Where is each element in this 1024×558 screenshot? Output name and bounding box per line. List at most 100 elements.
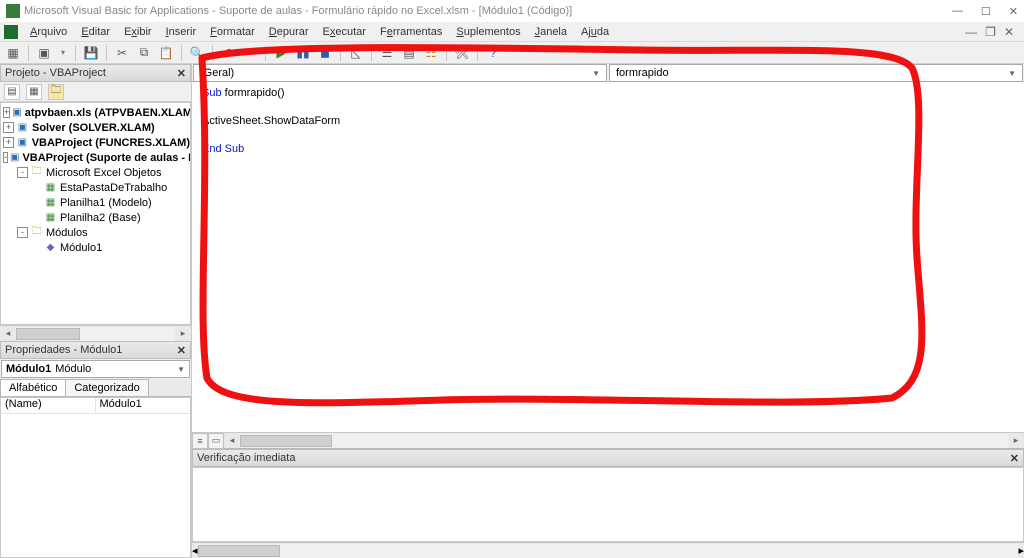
project-tree-hscroll[interactable]: ◂ ▸ (0, 325, 191, 341)
menu-inserir[interactable]: Inserir (160, 24, 203, 40)
toolbox-button[interactable]: 🛠 (453, 44, 471, 62)
maximize-button[interactable]: ☐ (981, 5, 991, 18)
help-button[interactable]: ? (484, 44, 502, 62)
tab-categorized[interactable]: Categorizado (65, 379, 148, 396)
immediate-close[interactable]: ✕ (1010, 452, 1019, 465)
view-object-button[interactable]: ▦ (26, 84, 42, 100)
sheet-icon: ▦ (44, 196, 57, 209)
menu-exibir[interactable]: Exibir (118, 24, 158, 40)
tree-expander[interactable]: - (17, 227, 28, 238)
tree-node[interactable]: -🗀Módulos (1, 225, 190, 240)
scroll-thumb[interactable] (198, 545, 280, 557)
tree-node[interactable]: +▣atpvbaen.xls (ATPVBAEN.XLAM) (1, 105, 190, 120)
redo-button[interactable]: ↷ (241, 44, 259, 62)
run-button[interactable]: ▶ (272, 44, 290, 62)
scroll-right-icon[interactable]: ▸ (1018, 544, 1024, 557)
minimize-button[interactable]: — (952, 5, 963, 18)
menu-editar[interactable]: Editar (75, 24, 116, 40)
tree-node[interactable]: +▣VBAProject (FUNCRES.XLAM) (1, 135, 190, 150)
tree-node[interactable]: ▦Planilha2 (Base) (1, 210, 190, 225)
tree-node[interactable]: ▦EstaPastaDeTrabalho (1, 180, 190, 195)
project-explorer-close[interactable]: ✕ (177, 67, 186, 80)
tree-node[interactable]: ◆Módulo1 (1, 240, 190, 255)
menu-formatar[interactable]: Formatar (204, 24, 261, 40)
cut-button[interactable]: ✂ (113, 44, 131, 62)
object-combo[interactable]: (Geral) ▼ (193, 64, 607, 82)
sheet-icon: ▦ (44, 181, 57, 194)
design-mode-button[interactable]: ◺ (347, 44, 365, 62)
menu-suplementos[interactable]: Suplementos (450, 24, 526, 40)
scroll-thumb[interactable] (240, 435, 332, 447)
tree-node[interactable]: -▣VBAProject (Suporte de aulas - Formulá… (1, 150, 190, 165)
project-explorer-header: Projeto - VBAProject ✕ (0, 64, 191, 82)
tab-alphabetical[interactable]: Alfabético (0, 379, 66, 396)
mdi-minimize-button[interactable]: — (965, 25, 977, 39)
tree-expander[interactable]: + (3, 122, 14, 133)
copy-button[interactable]: ⧉ (135, 44, 153, 62)
scroll-thumb[interactable] (16, 328, 80, 340)
full-module-view-button[interactable]: ▭ (208, 433, 224, 449)
code-editor[interactable]: Sub formrapido() ActiveSheet.ShowDataFor… (192, 82, 1024, 432)
menu-executar[interactable]: Executar (317, 24, 372, 40)
immediate-hscroll[interactable]: ◂ ▸ (192, 542, 1024, 558)
tree-label: Solver (SOLVER.XLAM) (32, 122, 155, 134)
insert-dropdown[interactable]: ▾ (57, 48, 69, 57)
menu-janela[interactable]: Janela (529, 24, 573, 40)
procedure-combo-value: formrapido (616, 67, 669, 79)
scroll-right-icon[interactable]: ▸ (175, 328, 191, 339)
tree-label: Módulos (46, 227, 88, 239)
window-titlebar: Microsoft Visual Basic for Applications … (0, 0, 1024, 22)
view-code-button[interactable]: ▤ (4, 84, 20, 100)
tree-expander[interactable]: + (3, 107, 10, 118)
procedure-view-button[interactable]: ≡ (192, 433, 208, 449)
code-hscroll[interactable]: ≡ ▭ ◂ ▸ (192, 432, 1024, 448)
tree-node[interactable]: ▦Planilha1 (Modelo) (1, 195, 190, 210)
properties-object-combo[interactable]: Módulo1 Módulo ▼ (1, 360, 190, 378)
tree-expander[interactable]: - (17, 167, 28, 178)
find-button[interactable]: 🔍 (188, 44, 206, 62)
procedure-combo[interactable]: formrapido ▼ (609, 64, 1023, 82)
properties-close[interactable]: ✕ (177, 344, 186, 357)
object-browser-button[interactable]: ☷ (422, 44, 440, 62)
properties-grid[interactable]: (Name)Módulo1 (0, 397, 191, 558)
menu-arquivo[interactable]: Arquivo (24, 24, 73, 40)
mdi-window-controls: — ❐ ✕ (965, 25, 1020, 39)
break-button[interactable]: ▮▮ (294, 44, 312, 62)
properties-window-button[interactable]: ▤ (400, 44, 418, 62)
standard-toolbar: ▦ ▣ ▾ 💾 ✂ ⧉ 📋 🔍 ↶ ↷ ▶ ▮▮ ◼ ◺ ☰ ▤ ☷ 🛠 ? (0, 42, 1024, 64)
property-value[interactable]: Módulo1 (96, 398, 191, 413)
toggle-folders-button[interactable]: 🗀 (48, 84, 64, 100)
tree-node[interactable]: -🗀Microsoft Excel Objetos (1, 165, 190, 180)
scroll-left-icon[interactable]: ◂ (224, 435, 240, 446)
close-button[interactable]: ✕ (1009, 5, 1018, 18)
tree-node[interactable]: +▣Solver (SOLVER.XLAM) (1, 120, 190, 135)
book-icon: ▣ (16, 121, 29, 134)
save-button[interactable]: 💾 (82, 44, 100, 62)
tree-label: EstaPastaDeTrabalho (60, 182, 167, 194)
mdi-close-button[interactable]: ✕ (1004, 25, 1014, 39)
insert-module-button[interactable]: ▣ (35, 44, 53, 62)
book-icon: ▣ (12, 106, 21, 119)
mdi-restore-button[interactable]: ❐ (985, 25, 996, 39)
tree-expander[interactable]: - (3, 152, 8, 163)
reset-button[interactable]: ◼ (316, 44, 334, 62)
folder-icon: 🗀 (30, 226, 43, 239)
project-explorer-button[interactable]: ☰ (378, 44, 396, 62)
menu-ajuda[interactable]: Ajuda (575, 24, 615, 40)
menu-depurar[interactable]: Depurar (263, 24, 315, 40)
undo-button[interactable]: ↶ (219, 44, 237, 62)
book-icon: ▣ (10, 151, 19, 164)
window-controls: — ☐ ✕ (952, 5, 1018, 18)
view-excel-button[interactable]: ▦ (4, 44, 22, 62)
project-tree[interactable]: +▣atpvbaen.xls (ATPVBAEN.XLAM)+▣Solver (… (0, 102, 191, 325)
scroll-left-icon[interactable]: ◂ (0, 328, 16, 339)
property-row[interactable]: (Name)Módulo1 (1, 398, 190, 414)
immediate-title: Verificação imediata (197, 452, 295, 464)
tree-expander[interactable]: + (3, 137, 14, 148)
tree-label: Módulo1 (60, 242, 102, 254)
immediate-window[interactable] (192, 467, 1024, 542)
scroll-right-icon[interactable]: ▸ (1008, 435, 1024, 446)
chevron-down-icon: ▼ (592, 69, 600, 78)
paste-button[interactable]: 📋 (157, 44, 175, 62)
menu-ferramentas[interactable]: Ferramentas (374, 24, 448, 40)
